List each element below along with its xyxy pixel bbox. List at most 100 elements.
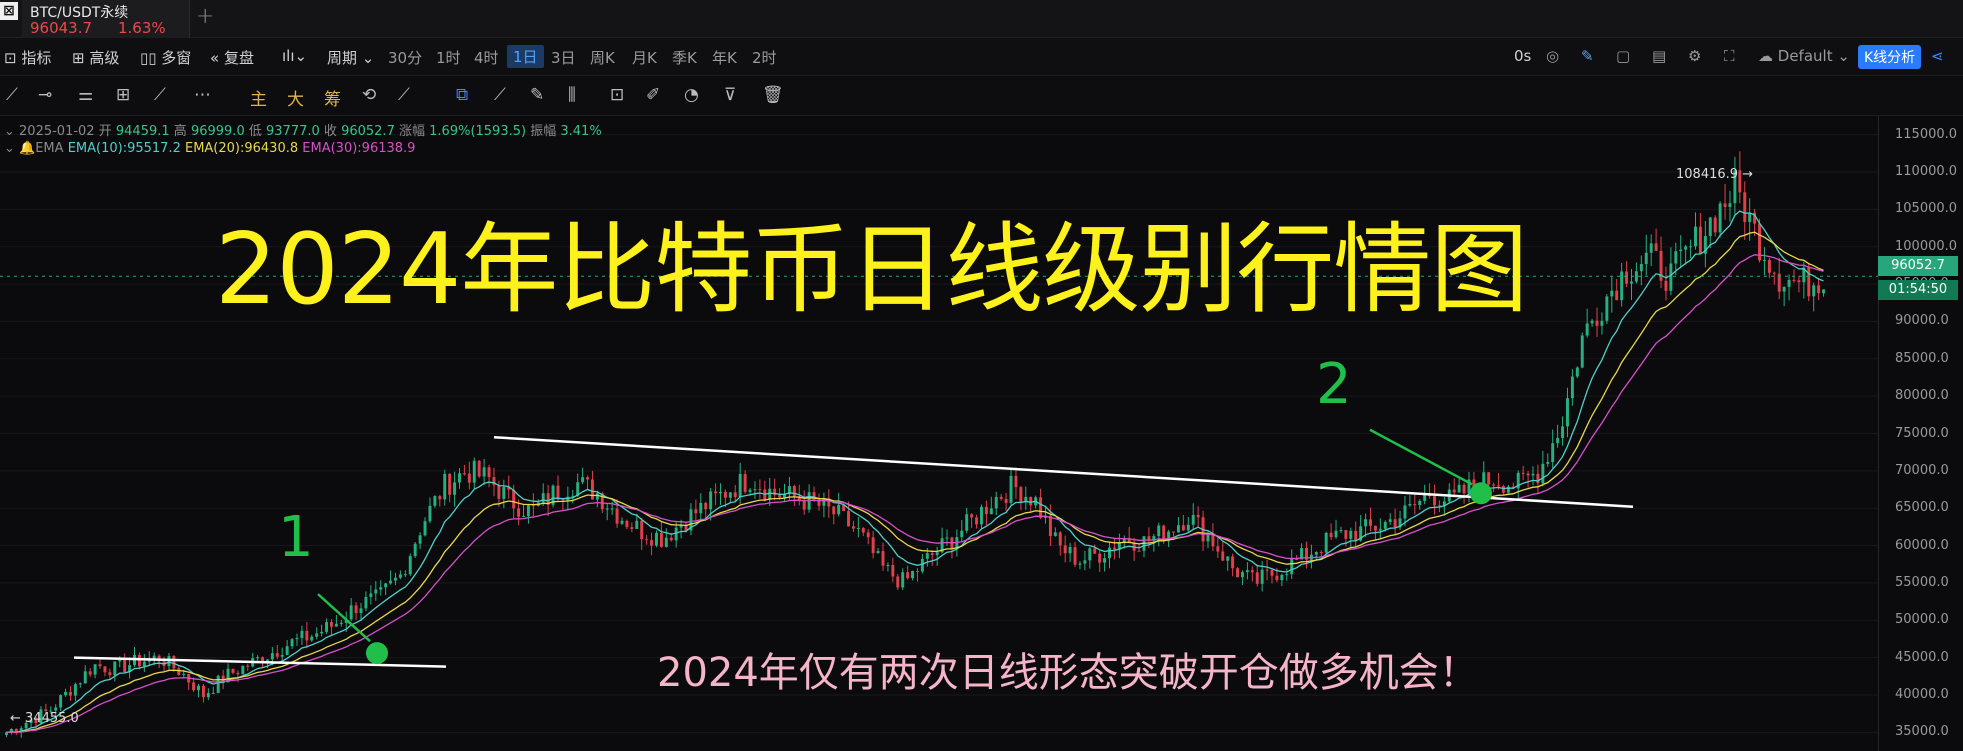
tab-change: 1.63% xyxy=(118,19,166,37)
calculator-icon[interactable]: ▤ xyxy=(1652,47,1666,65)
brush-icon[interactable]: ✎ xyxy=(530,85,544,105)
trash-icon[interactable]: 🗑 xyxy=(762,85,784,105)
replay-button[interactable]: « 复盘 xyxy=(210,47,254,68)
kline-analysis-button[interactable]: K线分析 xyxy=(1858,45,1922,69)
interval-1h[interactable]: 1时 xyxy=(436,47,461,68)
candle-body xyxy=(723,491,727,498)
price-tick: 75000.0 xyxy=(1895,425,1949,441)
candle-tool-icon[interactable]: ⫼ xyxy=(568,85,576,105)
candle-body xyxy=(650,540,654,546)
chart-type-button[interactable]: ılı⌄ xyxy=(282,47,307,65)
exchange-logo-icon: ⊠ xyxy=(0,2,18,20)
channel-icon[interactable]: ⚌ xyxy=(78,85,93,105)
candle-body xyxy=(315,633,319,637)
candle-body xyxy=(1457,484,1461,493)
measure-icon[interactable]: ⟋ xyxy=(154,85,166,105)
candle-body xyxy=(1561,426,1565,438)
candle-body xyxy=(512,489,516,509)
candle-body xyxy=(1329,532,1333,538)
candle-body xyxy=(1058,532,1062,546)
more-icon[interactable]: ⋯ xyxy=(194,85,211,105)
candle-body xyxy=(891,564,895,577)
trendline-icon[interactable]: ⟋ xyxy=(6,85,18,105)
candle-body xyxy=(625,520,629,528)
settings-icon[interactable]: ⚙ xyxy=(1688,47,1701,65)
candle-body xyxy=(231,668,235,673)
candle-body xyxy=(1206,534,1210,542)
share-icon[interactable]: ⋖ xyxy=(1931,47,1944,65)
candle-body xyxy=(1433,496,1436,506)
candle-body xyxy=(1782,286,1786,292)
camera-icon[interactable]: ◎ xyxy=(1546,47,1559,65)
candle-body xyxy=(1236,568,1240,578)
interval-3d[interactable]: 3日 xyxy=(551,47,576,68)
legend-collapse-icon[interactable]: ⌄ xyxy=(4,141,19,156)
filter-icon[interactable]: ⊽ xyxy=(724,85,736,105)
add-tab-icon[interactable]: + xyxy=(196,4,214,29)
candle-body xyxy=(1708,217,1712,237)
candle-body xyxy=(103,666,107,673)
period-dropdown[interactable]: 周期 ⌄ xyxy=(327,47,374,68)
candle-body xyxy=(374,589,378,594)
pencil-icon[interactable]: ✎ xyxy=(1581,47,1594,65)
candle-body xyxy=(911,571,915,579)
theme-dropdown[interactable]: ☁ Default ⌄ xyxy=(1758,47,1850,65)
interval-30m[interactable]: 30分 xyxy=(388,47,422,68)
candle-body xyxy=(1019,487,1023,503)
advanced-button[interactable]: ⊞ 高级 xyxy=(72,47,119,68)
main-indicator-button[interactable]: 主 xyxy=(250,85,267,110)
candle-body xyxy=(1684,246,1688,250)
big-indicator-button[interactable]: 大 xyxy=(287,85,304,110)
candle-body xyxy=(1541,463,1545,484)
candle-body xyxy=(1713,217,1717,233)
candle-body xyxy=(1280,574,1284,581)
interval-month[interactable]: 月K xyxy=(632,47,657,68)
crosshair-box-icon[interactable]: ⊞ xyxy=(116,85,130,105)
legend-open: 94459.1 xyxy=(115,124,170,139)
interval-1d[interactable]: 1日 xyxy=(507,45,544,68)
candle-body xyxy=(418,535,422,544)
horizontal-line-icon[interactable]: ⊸ xyxy=(38,85,52,105)
candle-body xyxy=(325,622,329,632)
candle-body xyxy=(398,574,402,578)
eye-icon[interactable]: ◔ xyxy=(684,85,699,105)
note-icon[interactable]: ✐ xyxy=(646,85,660,105)
interval-2h[interactable]: 2时 xyxy=(752,47,777,68)
candle-body xyxy=(137,654,141,667)
candle-body xyxy=(620,520,624,524)
chart-title-overlay: 2024年比特币日线级别行情图 xyxy=(215,213,1528,327)
candle-body xyxy=(1319,552,1323,554)
ema10-value: EMA(10):95517.2 xyxy=(67,141,181,156)
copy-icon[interactable]: ⧉ xyxy=(456,85,468,105)
sync-icon[interactable]: ⟲ xyxy=(362,85,376,105)
candle-body xyxy=(339,622,343,624)
tab-btc-usdt[interactable]: BTC/USDT永续 96043.7 1.63% xyxy=(22,0,190,38)
price-tick: 80000.0 xyxy=(1895,388,1949,404)
magnet-icon[interactable]: ⟋ xyxy=(398,85,410,105)
indicators-button[interactable]: ⊡ 指标 xyxy=(4,47,51,68)
legend-collapse-icon[interactable]: ⌄ xyxy=(4,124,19,139)
candle-body xyxy=(1245,570,1249,573)
candle-body xyxy=(674,527,678,541)
interval-quarter[interactable]: 季K xyxy=(672,47,697,68)
ruler-icon[interactable]: ⟋ xyxy=(494,85,506,105)
bell-icon[interactable]: 🔔 xyxy=(19,141,35,156)
layout-icon[interactable]: ▢ xyxy=(1616,47,1630,65)
lock-icon[interactable]: ⊡ xyxy=(610,85,624,105)
chips-indicator-button[interactable]: 筹 xyxy=(324,85,341,110)
candle-body xyxy=(1644,252,1648,265)
interval-year[interactable]: 年K xyxy=(712,47,737,68)
price-axis[interactable]: 115000.0110000.0105000.0100000.095000.09… xyxy=(1878,116,1963,751)
candle-body xyxy=(389,580,393,584)
candle-body xyxy=(1324,532,1328,553)
price-tick: 40000.0 xyxy=(1895,686,1949,702)
tab-bar: ⊠ BTC/USDT永续 96043.7 1.63% + xyxy=(0,0,1963,38)
ema20-value: EMA(20):96430.8 xyxy=(184,141,299,156)
fullscreen-icon[interactable]: ⛶ xyxy=(1724,47,1735,65)
price-tick: 70000.0 xyxy=(1895,462,1949,478)
interval-4h[interactable]: 4时 xyxy=(474,47,499,68)
candle-body xyxy=(635,520,639,529)
candle-body xyxy=(531,505,535,507)
multi-window-button[interactable]: ▯▯ 多窗 xyxy=(140,47,191,68)
interval-week[interactable]: 周K xyxy=(590,47,615,68)
